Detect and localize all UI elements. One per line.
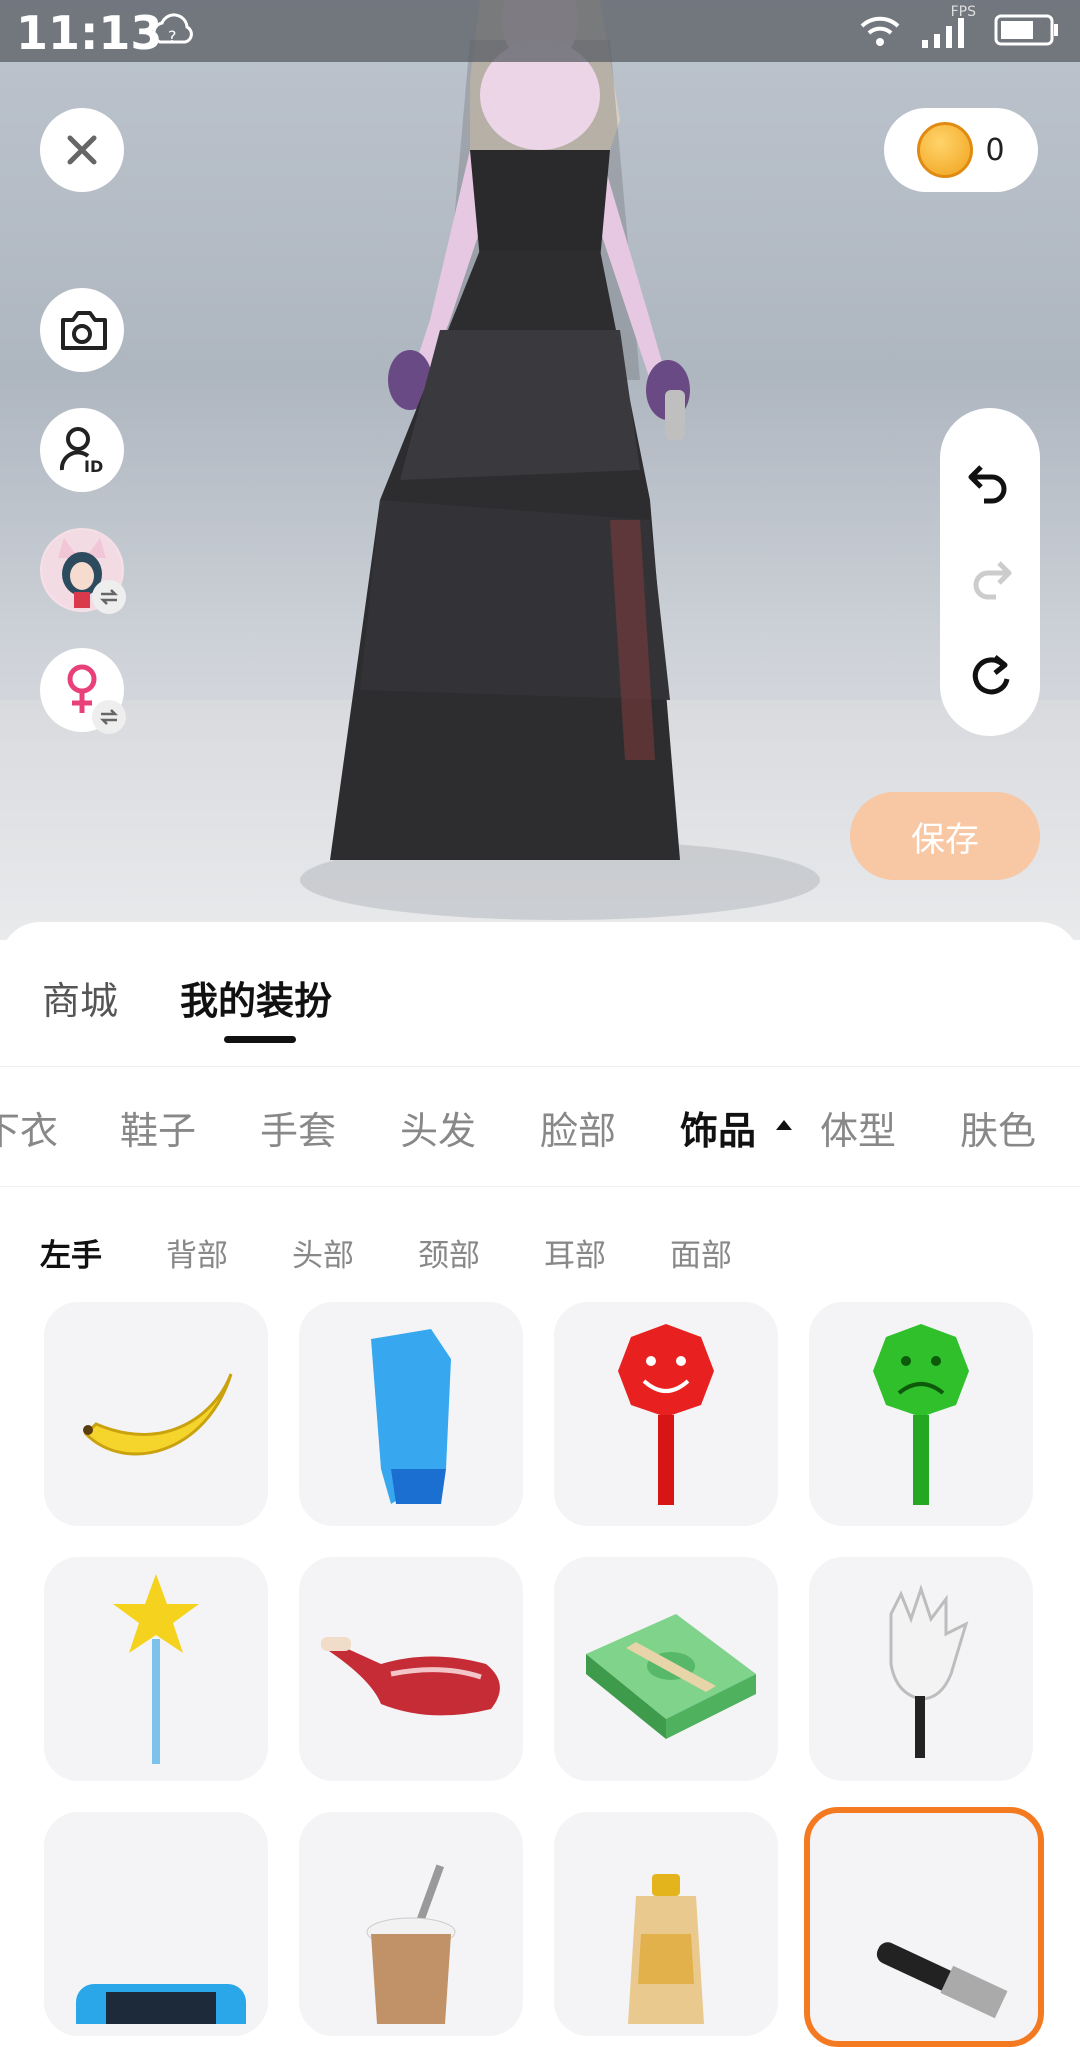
undo-button[interactable]: [940, 452, 1040, 512]
smiley-sign-icon: [618, 1324, 714, 1505]
save-button[interactable]: 保存: [850, 792, 1040, 880]
coin-icon: [917, 122, 974, 178]
swap-badge: [92, 580, 126, 614]
svg-text:ID: ID: [84, 457, 103, 476]
subcategory-bar: 左手 背部 头部 颈部 耳部 面部: [0, 1212, 1080, 1282]
category-hair[interactable]: 头发: [400, 1100, 476, 1155]
category-gloves[interactable]: 手套: [260, 1100, 336, 1155]
category-shoes[interactable]: 鞋子: [120, 1100, 196, 1155]
caret-up-icon[interactable]: [774, 1118, 794, 1132]
top-tabs: 商城 我的装扮: [0, 922, 1080, 1067]
coin-count: 0: [985, 132, 1005, 168]
item-meat[interactable]: [299, 1557, 523, 1781]
swap-icon: [99, 589, 119, 605]
subcategory-head[interactable]: 头部: [292, 1230, 354, 1275]
subcategory-ear[interactable]: 耳部: [544, 1230, 606, 1275]
svg-text:?: ?: [168, 27, 177, 46]
reset-icon: [972, 655, 1010, 695]
item-smiley-sign[interactable]: [554, 1302, 778, 1526]
item-banana[interactable]: [44, 1302, 268, 1526]
wifi-icon: [860, 16, 900, 46]
gender-switch-button[interactable]: [40, 648, 126, 734]
battery-icon: [994, 14, 1058, 46]
category-accessories[interactable]: 饰品: [680, 1100, 756, 1155]
subcategory-back[interactable]: 背部: [166, 1230, 228, 1275]
status-bar: 11:13 ? FPS: [0, 0, 1080, 62]
redo-icon: [973, 561, 1012, 600]
game-console-icon: [76, 1984, 246, 2024]
character-switch-button[interactable]: [40, 528, 126, 614]
signal-icon: [922, 18, 964, 48]
status-time: 11:13: [16, 6, 163, 60]
camera-button[interactable]: [40, 288, 124, 372]
money-stack-icon: [586, 1614, 756, 1739]
star-wand-icon: [113, 1574, 199, 1764]
subcategory-face[interactable]: 面部: [670, 1230, 732, 1275]
reset-button[interactable]: [940, 646, 1040, 706]
item-drink-cup[interactable]: [299, 1812, 523, 2036]
item-star-wand[interactable]: [44, 1557, 268, 1781]
item-sad-sign[interactable]: [809, 1302, 1033, 1526]
category-body-shape[interactable]: 体型: [820, 1100, 896, 1155]
item-bottle[interactable]: [554, 1812, 778, 2036]
history-controls: [940, 408, 1040, 736]
item-game-console[interactable]: [44, 1812, 268, 2036]
tab-my-outfit[interactable]: 我的装扮: [180, 970, 332, 1025]
category-face[interactable]: 脸部: [540, 1100, 616, 1155]
item-tool-selected[interactable]: [804, 1807, 1044, 2047]
item-money-stack[interactable]: [554, 1557, 778, 1781]
camera-icon: [61, 311, 107, 350]
tool-icon: [876, 1942, 1008, 2019]
meat-icon: [321, 1637, 500, 1716]
wardrobe-panel: 商城 我的装扮 下衣 鞋子 手套 头发 脸部 饰品 体型 肤色 左手 背部 头部…: [0, 922, 1080, 2047]
avatar-id-button[interactable]: ID: [40, 408, 124, 492]
category-skin-color[interactable]: 肤色: [960, 1100, 1036, 1155]
drink-cup-icon: [366, 1864, 456, 2024]
cloud-sync-icon: ?: [152, 13, 193, 46]
glove-hand-icon: [889, 1584, 969, 1758]
category-bar: 下衣 鞋子 手套 头发 脸部 饰品 体型 肤色: [0, 1066, 1080, 1187]
banana-icon: [83, 1373, 233, 1456]
swap-badge: [92, 700, 126, 734]
sad-sign-icon: [873, 1324, 969, 1505]
tab-shop[interactable]: 商城: [42, 970, 118, 1025]
item-glove-hand[interactable]: [809, 1557, 1033, 1781]
coin-balance[interactable]: 0: [884, 108, 1038, 192]
item-boxing-glove[interactable]: [299, 1302, 523, 1526]
undo-icon: [968, 465, 1007, 504]
redo-button[interactable]: [940, 548, 1040, 608]
person-id-icon: ID: [59, 427, 103, 476]
close-button[interactable]: [40, 108, 124, 192]
subcategory-left-hand[interactable]: 左手: [40, 1230, 102, 1275]
category-bottoms[interactable]: 下衣: [0, 1100, 58, 1155]
active-tab-indicator: [224, 1036, 296, 1043]
close-icon: [67, 135, 97, 165]
boxing-glove-icon: [371, 1329, 451, 1504]
subcategory-neck[interactable]: 颈部: [418, 1230, 480, 1275]
swap-icon: [99, 709, 119, 725]
bottle-icon: [628, 1874, 704, 2024]
